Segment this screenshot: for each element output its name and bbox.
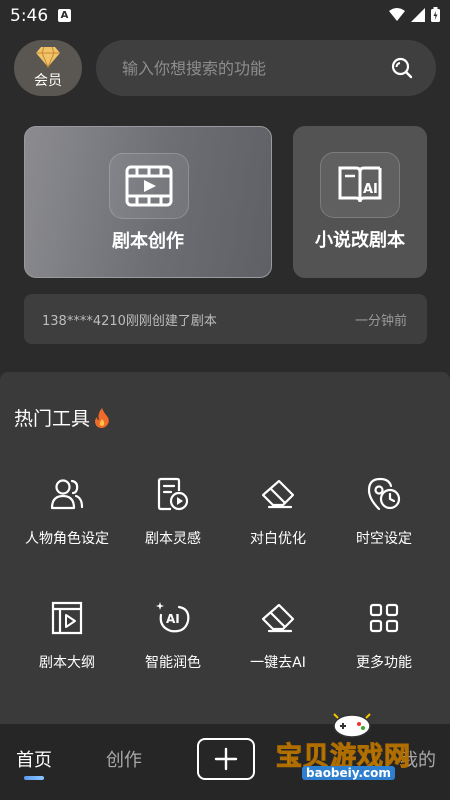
ai-book-icon: AI xyxy=(320,152,400,218)
tool-smart-polish[interactable]: AI 智能润色 xyxy=(120,600,226,672)
hot-tools-heading: 热门工具 xyxy=(14,404,110,431)
tool-label: 一键去AI xyxy=(250,655,306,671)
tool-label: 人物角色设定 xyxy=(25,531,109,547)
script-play-icon xyxy=(155,476,191,512)
status-time: 5:46 xyxy=(10,6,49,26)
notice-text: 138****4210刚刚创建了剧本 xyxy=(42,314,217,329)
svg-text:AI: AI xyxy=(166,612,180,626)
battery-icon xyxy=(431,7,440,22)
diamond-icon xyxy=(36,46,60,68)
nav-home[interactable]: 首页 xyxy=(16,746,52,772)
location-clock-icon xyxy=(366,476,402,512)
nav-active-indicator xyxy=(24,776,44,780)
tool-character-setting[interactable]: 人物角色设定 xyxy=(14,476,120,548)
signal-icon xyxy=(411,7,425,22)
svg-text:AI: AI xyxy=(363,182,378,197)
eraser-icon xyxy=(260,600,296,636)
activity-notice: 138****4210刚刚创建了剧本 一分钟前 xyxy=(24,294,427,344)
search-input[interactable] xyxy=(122,40,372,96)
watermark: 宝贝游戏网 baobeiy.com xyxy=(275,710,446,780)
script-creation-card[interactable]: 剧本创作 xyxy=(24,126,272,278)
plus-icon xyxy=(214,747,238,771)
vip-label: 会员 xyxy=(34,73,62,89)
nav-add-button[interactable] xyxy=(197,738,255,780)
hot-tools-title: 热门工具 xyxy=(14,408,91,430)
ai-sparkle-icon: AI xyxy=(155,600,191,636)
hot-tools-panel: 热门工具 人物角色设定 剧本灵感 对白优化 时空设定 剧本大纲 AI 智能润色 … xyxy=(0,372,450,724)
app-notification-icon: A xyxy=(58,9,71,22)
film-icon xyxy=(109,153,189,219)
notice-time: 一分钟前 xyxy=(354,314,407,329)
grid-icon xyxy=(366,600,402,636)
search-icon[interactable] xyxy=(390,56,414,80)
tool-label: 对白优化 xyxy=(250,531,306,547)
people-icon xyxy=(49,476,85,512)
tool-label: 剧本大纲 xyxy=(39,655,95,671)
tool-label: 智能润色 xyxy=(145,655,201,671)
fire-icon xyxy=(95,407,109,428)
tool-script-outline[interactable]: 剧本大纲 xyxy=(14,600,120,672)
tool-label: 更多功能 xyxy=(356,655,412,671)
tool-more-features[interactable]: 更多功能 xyxy=(331,600,437,672)
search-bar[interactable] xyxy=(96,40,436,96)
tool-dialogue-optimize[interactable]: 对白优化 xyxy=(225,476,331,548)
eraser-icon xyxy=(260,476,296,512)
status-bar: 5:46 A xyxy=(0,0,450,32)
nav-create[interactable]: 创作 xyxy=(106,746,142,772)
tool-label: 时空设定 xyxy=(356,531,412,547)
status-icons xyxy=(389,7,440,22)
vip-button[interactable]: 会员 xyxy=(14,40,82,96)
novel-to-script-card[interactable]: AI 小说改剧本 xyxy=(293,126,427,278)
wifi-icon xyxy=(389,7,405,21)
watermark-url: baobeiy.com xyxy=(302,766,395,780)
outline-icon xyxy=(49,600,85,636)
tool-spacetime-setting[interactable]: 时空设定 xyxy=(331,476,437,548)
tool-label: 剧本灵感 xyxy=(145,531,201,547)
novel-to-script-title: 小说改剧本 xyxy=(315,230,405,251)
script-creation-title: 剧本创作 xyxy=(112,231,184,252)
tool-script-inspiration[interactable]: 剧本灵感 xyxy=(120,476,226,548)
tool-remove-ai[interactable]: 一键去AI xyxy=(225,600,331,672)
